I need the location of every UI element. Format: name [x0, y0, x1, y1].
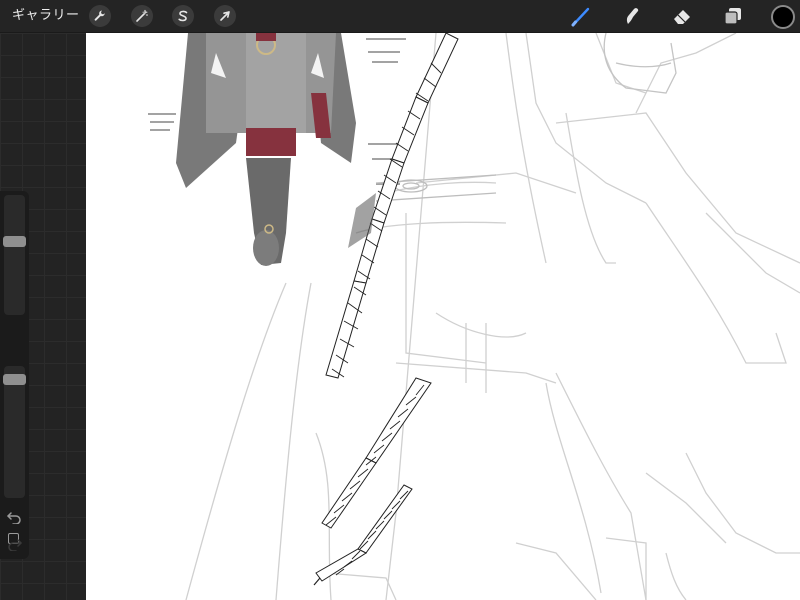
gallery-button[interactable]: ギャラリー — [12, 7, 80, 25]
color-picker-button[interactable] — [771, 5, 795, 29]
opacity-slider[interactable] — [3, 366, 26, 498]
brush-controls-panel — [0, 191, 29, 559]
drawing-canvas[interactable] — [86, 33, 800, 600]
layers-icon[interactable] — [721, 4, 745, 28]
brush-size-slider[interactable] — [3, 195, 26, 315]
smudge-icon[interactable] — [620, 4, 644, 28]
brush-icon[interactable] — [569, 4, 593, 28]
brush-size-thumb[interactable] — [3, 236, 26, 247]
eraser-icon[interactable] — [670, 4, 694, 28]
selection-s-icon[interactable] — [172, 5, 194, 27]
undo-icon[interactable] — [6, 510, 23, 524]
artwork — [148, 33, 800, 600]
sleeve-sketch — [603, 33, 677, 94]
top-toolbar: ギャラリー — [0, 0, 800, 33]
arrow-cursor-icon[interactable] — [214, 5, 236, 27]
magic-wand-icon[interactable] — [131, 5, 153, 27]
opacity-thumb[interactable] — [3, 374, 26, 385]
redo-icon[interactable] — [6, 537, 23, 551]
wrench-icon[interactable] — [89, 5, 111, 27]
